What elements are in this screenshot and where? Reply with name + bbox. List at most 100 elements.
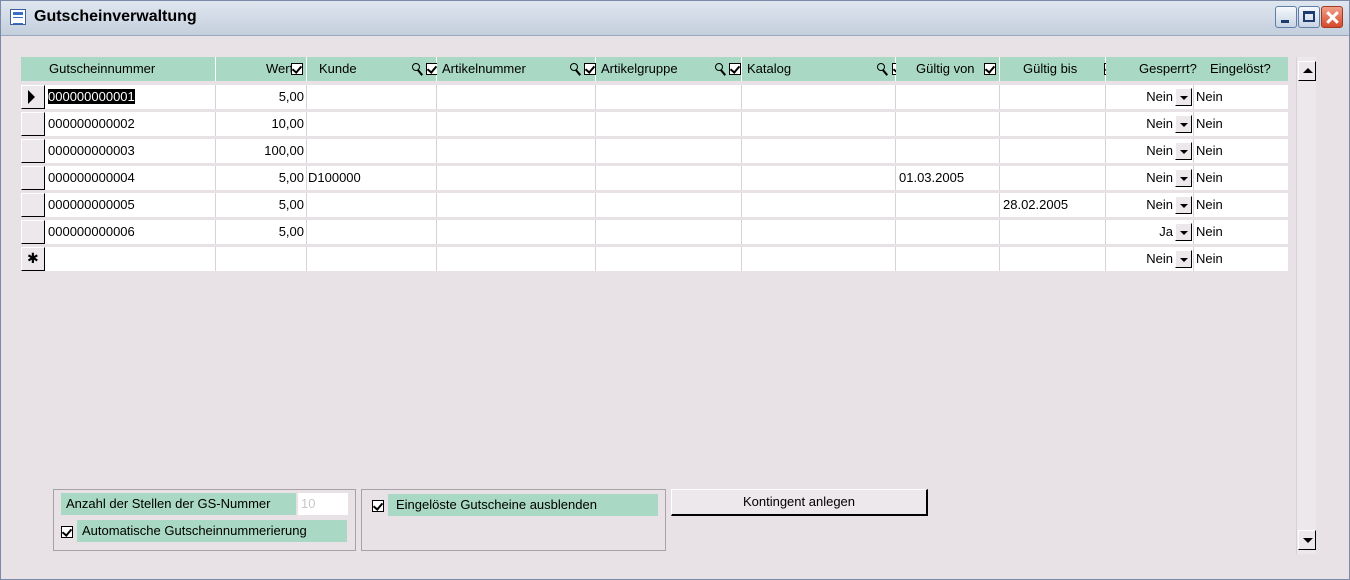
cell-wert[interactable]: 5,00: [216, 85, 307, 109]
artikelnummer-search-icon[interactable]: [570, 63, 584, 76]
cell-eingeloest[interactable]: Nein: [1194, 112, 1288, 136]
dropdown-arrow-icon[interactable]: [1175, 88, 1192, 106]
cell-kunde[interactable]: [307, 139, 437, 163]
cell-artikelgruppe[interactable]: [596, 112, 742, 136]
cell-eingeloest[interactable]: Nein: [1194, 139, 1288, 163]
cell-artikelgruppe[interactable]: [596, 247, 742, 271]
record-selector[interactable]: [21, 112, 45, 136]
dropdown-arrow-icon[interactable]: [1175, 142, 1192, 160]
cell-wert[interactable]: [216, 247, 307, 271]
record-selector[interactable]: [21, 193, 45, 217]
new-record-selector-icon[interactable]: [21, 247, 45, 271]
cell-nummer[interactable]: 000000000003: [45, 139, 216, 163]
table-row[interactable]: 000000000003 100,00 Nein Nein: [21, 139, 1288, 166]
cell-nummer[interactable]: 000000000002: [45, 112, 216, 136]
cell-katalog[interactable]: [742, 166, 896, 190]
gesperrt-combo[interactable]: Nein: [1106, 193, 1194, 217]
cell-katalog[interactable]: [742, 112, 896, 136]
cell-wert[interactable]: 10,00: [216, 112, 307, 136]
col-header-gesperrt[interactable]: Gesperrt? Eingelöst?: [1106, 57, 1288, 81]
cell-gueltig-von[interactable]: [896, 112, 1000, 136]
minimize-button[interactable]: [1275, 6, 1297, 28]
cell-nummer[interactable]: 000000000001: [45, 85, 216, 109]
cell-katalog[interactable]: [742, 139, 896, 163]
gesperrt-combo[interactable]: Nein: [1106, 166, 1194, 190]
cell-gueltig-bis[interactable]: [1000, 166, 1106, 190]
cell-katalog[interactable]: [742, 85, 896, 109]
cell-eingeloest[interactable]: Nein: [1194, 85, 1288, 109]
cell-artikelnummer[interactable]: [437, 85, 596, 109]
cell-nummer[interactable]: 000000000004: [45, 166, 216, 190]
cell-artikelnummer[interactable]: [437, 247, 596, 271]
cell-gueltig-bis[interactable]: [1000, 139, 1106, 163]
cell-gueltig-bis[interactable]: [1000, 85, 1106, 109]
col-header-wert[interactable]: Wert: [216, 57, 307, 81]
table-row[interactable]: 000000000002 10,00 Nein Nein: [21, 112, 1288, 139]
kunde-filter-checkbox[interactable]: [291, 63, 303, 75]
form-icon[interactable]: [10, 9, 26, 25]
cell-katalog[interactable]: [742, 193, 896, 217]
cell-artikelnummer[interactable]: [437, 166, 596, 190]
table-row[interactable]: 000000000001 5,00 Nein Nein: [21, 85, 1288, 112]
cell-gueltig-bis[interactable]: 28.02.2005: [1000, 193, 1106, 217]
cell-artikelgruppe[interactable]: [596, 166, 742, 190]
cell-nummer[interactable]: 000000000005: [45, 193, 216, 217]
gueltig-bis-filter-checkbox[interactable]: [984, 63, 996, 75]
col-header-katalog[interactable]: Katalog: [742, 57, 904, 81]
dropdown-arrow-icon[interactable]: [1175, 115, 1192, 133]
scroll-up-button[interactable]: [1298, 61, 1316, 81]
cell-kunde[interactable]: [307, 247, 437, 271]
cell-kunde[interactable]: [307, 193, 437, 217]
artikelgruppe-search-icon[interactable]: [715, 63, 729, 76]
katalog-filter-checkbox[interactable]: [729, 63, 741, 75]
dropdown-arrow-icon[interactable]: [1175, 250, 1192, 268]
cell-gueltig-von[interactable]: [896, 220, 1000, 244]
record-selector[interactable]: [21, 166, 45, 190]
cell-wert[interactable]: 5,00: [216, 166, 307, 190]
cell-nummer[interactable]: [45, 247, 216, 271]
cell-nummer[interactable]: 000000000006: [45, 220, 216, 244]
gesperrt-combo[interactable]: Ja: [1106, 220, 1194, 244]
dropdown-arrow-icon[interactable]: [1175, 223, 1192, 241]
katalog-search-icon[interactable]: [877, 63, 891, 76]
cell-artikelgruppe[interactable]: [596, 139, 742, 163]
cell-artikelnummer[interactable]: [437, 139, 596, 163]
gesperrt-combo[interactable]: Nein: [1106, 85, 1194, 109]
cell-kunde[interactable]: D100000: [307, 166, 437, 190]
gesperrt-combo[interactable]: Nein: [1106, 139, 1194, 163]
record-selector[interactable]: [21, 220, 45, 244]
cell-gueltig-von[interactable]: [896, 247, 1000, 271]
artikelgruppe-filter-checkbox[interactable]: [584, 63, 596, 75]
cell-gueltig-von[interactable]: [896, 85, 1000, 109]
cell-kunde[interactable]: [307, 112, 437, 136]
cell-eingeloest[interactable]: Nein: [1194, 166, 1288, 190]
kontingent-anlegen-button[interactable]: Kontingent anlegen: [671, 489, 928, 516]
maximize-button[interactable]: [1298, 6, 1320, 28]
cell-gueltig-bis[interactable]: [1000, 112, 1106, 136]
close-button[interactable]: [1321, 6, 1343, 28]
kunde-search-icon[interactable]: [412, 63, 426, 76]
cell-eingeloest[interactable]: Nein: [1194, 193, 1288, 217]
gesperrt-combo[interactable]: Nein: [1106, 247, 1194, 271]
col-header-artikelnummer[interactable]: Artikelnummer: [437, 57, 596, 81]
cell-kunde[interactable]: [307, 85, 437, 109]
cell-kunde[interactable]: [307, 220, 437, 244]
record-selector[interactable]: [21, 139, 45, 163]
cell-artikelnummer[interactable]: [437, 193, 596, 217]
record-selector[interactable]: [21, 85, 45, 109]
col-header-artikelgruppe[interactable]: Artikelgruppe: [596, 57, 742, 81]
cell-wert[interactable]: 5,00: [216, 220, 307, 244]
cell-artikelgruppe[interactable]: [596, 85, 742, 109]
cell-gueltig-von[interactable]: [896, 139, 1000, 163]
col-header-gueltig-von[interactable]: Gültig von: [896, 57, 1000, 81]
col-header-gueltig-bis[interactable]: Gültig bis: [1000, 57, 1116, 81]
scroll-down-button[interactable]: [1298, 530, 1316, 550]
cell-eingeloest[interactable]: Nein: [1194, 247, 1288, 271]
new-record-row[interactable]: Nein Nein: [21, 247, 1288, 274]
cell-gueltig-von[interactable]: 01.03.2005: [896, 166, 1000, 190]
vertical-scrollbar[interactable]: [1296, 57, 1316, 554]
hide-redeemed-checkbox[interactable]: [372, 500, 384, 512]
table-row[interactable]: 000000000005 5,00 28.02.2005 Nein Nein: [21, 193, 1288, 220]
cell-artikelnummer[interactable]: [437, 220, 596, 244]
cell-artikelgruppe[interactable]: [596, 193, 742, 217]
